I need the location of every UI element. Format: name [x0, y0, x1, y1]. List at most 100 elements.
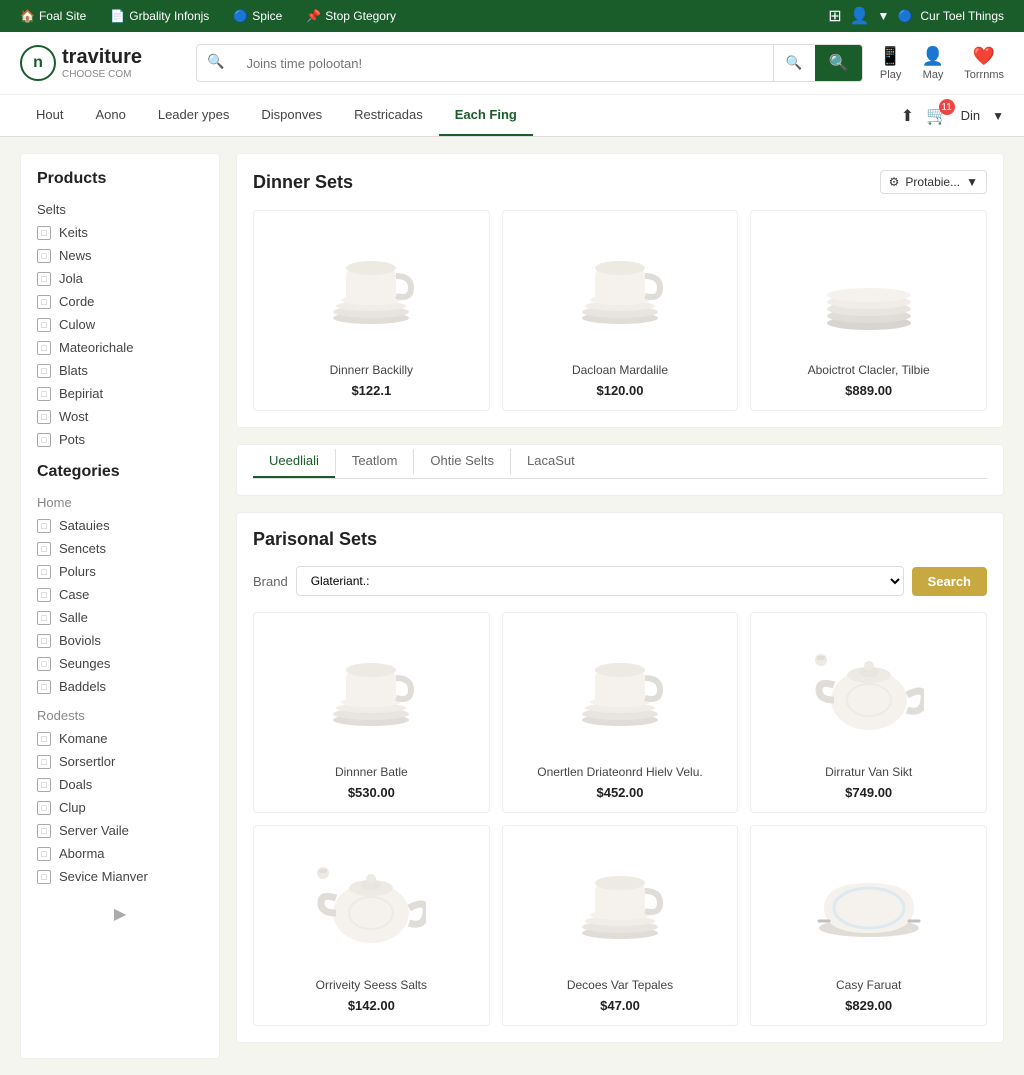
- nav-right: ⬆ 🛒 11 Din ▼: [901, 105, 1004, 126]
- play-action[interactable]: 📱 Play: [879, 46, 901, 81]
- category-checkbox-icon: □: [37, 588, 51, 602]
- nav-item-aono[interactable]: Aono: [79, 95, 141, 136]
- parisonal-sets-header: Parisonal Sets: [253, 529, 987, 550]
- sidebar-expand-icon[interactable]: ▶: [114, 906, 126, 923]
- parisonal-products-grid: Dinnner Batle $530.00 Onertlen Driateonr…: [253, 612, 987, 1026]
- topbar-item-grbality[interactable]: 📄 Grbality Infonjs: [110, 9, 209, 23]
- sidebar-category-item[interactable]: □Salle: [37, 606, 203, 629]
- search-bar: 🔍 🔍 🔍: [196, 44, 863, 82]
- search-green-button[interactable]: 🔍: [815, 45, 863, 81]
- category-checkbox-icon: □: [37, 680, 51, 694]
- din-label[interactable]: Din: [961, 108, 981, 123]
- categories-title: Categories: [37, 463, 203, 481]
- search-icon-left: 🔍: [197, 45, 234, 81]
- parisonal-search-button[interactable]: Search: [912, 567, 987, 596]
- user-action[interactable]: 👤 May: [922, 46, 944, 81]
- share-icon[interactable]: ⬆: [901, 106, 914, 126]
- dinner-product-card[interactable]: Dinnerr Backilly $122.1: [253, 210, 490, 411]
- wishlist-action[interactable]: ❤️ Torrnms: [964, 46, 1004, 81]
- parisonal-product-card[interactable]: Orriveity Seess Salts $142.00: [253, 825, 490, 1026]
- logo-text: traviture CHOOSE COM: [62, 46, 142, 80]
- sidebar-category-item[interactable]: □Sencets: [37, 537, 203, 560]
- sidebar-category-item[interactable]: □Sorsertlor: [37, 750, 203, 773]
- product-price: $530.00: [266, 785, 477, 800]
- product-name: Onertlen Driateonrd Hielv Velu.: [515, 765, 726, 779]
- search-input[interactable]: [234, 45, 772, 81]
- product-image: [515, 838, 726, 968]
- nav-item-each[interactable]: Each Fing: [439, 95, 533, 136]
- filter-bar: Brand Glateriant.: Search: [253, 566, 987, 596]
- sidebar-product-item[interactable]: □News: [37, 244, 203, 267]
- parisonal-product-card[interactable]: Dinnner Batle $530.00: [253, 612, 490, 813]
- sidebar-category-item[interactable]: □Clup: [37, 796, 203, 819]
- checkbox-icon: □: [37, 341, 51, 355]
- dinner-sets-title: Dinner Sets: [253, 172, 353, 193]
- topbar-item-spice[interactable]: 🔵 Spice: [233, 9, 282, 23]
- product-name: Decoes Var Tepales: [515, 978, 726, 992]
- tab-lacasut[interactable]: LacaSut: [511, 445, 591, 478]
- sidebar-category-item[interactable]: □Satauies: [37, 514, 203, 537]
- sidebar-category-item[interactable]: □Sevice Mianver: [37, 865, 203, 888]
- products-list: □Keits□News□Jola□Corde□Culow□Mateorichal…: [37, 221, 203, 451]
- checkbox-icon: □: [37, 433, 51, 447]
- sidebar-category-item[interactable]: □Case: [37, 583, 203, 606]
- sort-select[interactable]: ⚙ Protabie... ▼: [880, 170, 987, 194]
- sidebar-product-item[interactable]: □Jola: [37, 267, 203, 290]
- topbar-item-stop[interactable]: 📌 Stop Gtegory: [306, 9, 396, 23]
- tab-teatlom[interactable]: Teatlom: [336, 445, 414, 478]
- dinner-product-card[interactable]: Aboictrot Clacler, Tilbie $889.00: [750, 210, 987, 411]
- sidebar-product-item[interactable]: □Pots: [37, 428, 203, 451]
- sort-dropdown-icon: ▼: [966, 175, 978, 189]
- parisonal-product-card[interactable]: Casy Faruat $829.00: [750, 825, 987, 1026]
- parisonal-product-card[interactable]: Dirratur Van Sikt $749.00: [750, 612, 987, 813]
- filter-label: Brand: [253, 574, 288, 589]
- sidebar-product-item[interactable]: □Culow: [37, 313, 203, 336]
- category-checkbox-icon: □: [37, 870, 51, 884]
- sidebar-product-item[interactable]: □Bepiriat: [37, 382, 203, 405]
- product-price: $749.00: [763, 785, 974, 800]
- parisonal-product-card[interactable]: Decoes Var Tepales $47.00: [502, 825, 739, 1026]
- sidebar-category-item[interactable]: □Server Vaile: [37, 819, 203, 842]
- product-price: $47.00: [515, 998, 726, 1013]
- dinner-product-card[interactable]: Dacloan Mardalile $120.00: [502, 210, 739, 411]
- header-actions: 📱 Play 👤 May ❤️ Torrnms: [879, 46, 1004, 81]
- sidebar-product-item[interactable]: □Keits: [37, 221, 203, 244]
- cart-icon[interactable]: 🛒 11: [926, 105, 948, 126]
- sidebar-product-item[interactable]: □Wost: [37, 405, 203, 428]
- sidebar-category-item[interactable]: □Doals: [37, 773, 203, 796]
- search-icon-btn[interactable]: 🔍: [773, 45, 815, 81]
- content: Dinner Sets ⚙ Protabie... ▼ Dinnerr Back…: [236, 153, 1004, 1059]
- checkbox-icon: □: [37, 272, 51, 286]
- sidebar-category-item[interactable]: □Baddels: [37, 675, 203, 698]
- product-name: Dinnner Batle: [266, 765, 477, 779]
- nav-item-restricadas[interactable]: Restricadas: [338, 95, 439, 136]
- nav-item-hout[interactable]: Hout: [20, 95, 79, 136]
- tab-ueedliali[interactable]: Ueedliali: [253, 445, 335, 478]
- logo[interactable]: n traviture CHOOSE COM: [20, 45, 180, 81]
- tab-ohtie-selts[interactable]: Ohtie Selts: [414, 445, 510, 478]
- parisonal-product-card[interactable]: Onertlen Driateonrd Hielv Velu. $452.00: [502, 612, 739, 813]
- sidebar-category-item[interactable]: □Aborma: [37, 842, 203, 865]
- product-image: [266, 223, 477, 353]
- sidebar-product-item[interactable]: □Blats: [37, 359, 203, 382]
- dropdown-nav-icon[interactable]: ▼: [992, 109, 1004, 123]
- nav-item-disponves[interactable]: Disponves: [245, 95, 338, 136]
- sidebar-category-item[interactable]: □Polurs: [37, 560, 203, 583]
- category-checkbox-icon: □: [37, 611, 51, 625]
- checkbox-icon: □: [37, 410, 51, 424]
- parisonal-sets-section: Parisonal Sets Brand Glateriant.: Search…: [236, 512, 1004, 1043]
- sidebar-category-item[interactable]: □Komane: [37, 727, 203, 750]
- sidebar-category-item[interactable]: □Boviols: [37, 629, 203, 652]
- doc-icon: 📄: [110, 9, 125, 23]
- category-checkbox-icon: □: [37, 634, 51, 648]
- nav-item-leader[interactable]: Leader ypes: [142, 95, 246, 136]
- sidebar-product-item[interactable]: □Corde: [37, 290, 203, 313]
- product-price: $452.00: [515, 785, 726, 800]
- main-container: Products Selts □Keits□News□Jola□Corde□Cu…: [0, 137, 1024, 1075]
- sidebar-category-section: Home: [37, 491, 203, 514]
- brand-filter-select[interactable]: Glateriant.:: [296, 566, 904, 596]
- topbar-item-foal[interactable]: 🏠 Foal Site: [20, 9, 86, 23]
- sidebar-category-item[interactable]: □Seunges: [37, 652, 203, 675]
- sidebar-product-item[interactable]: □Mateorichale: [37, 336, 203, 359]
- dropdown-icon[interactable]: ▼: [878, 9, 890, 23]
